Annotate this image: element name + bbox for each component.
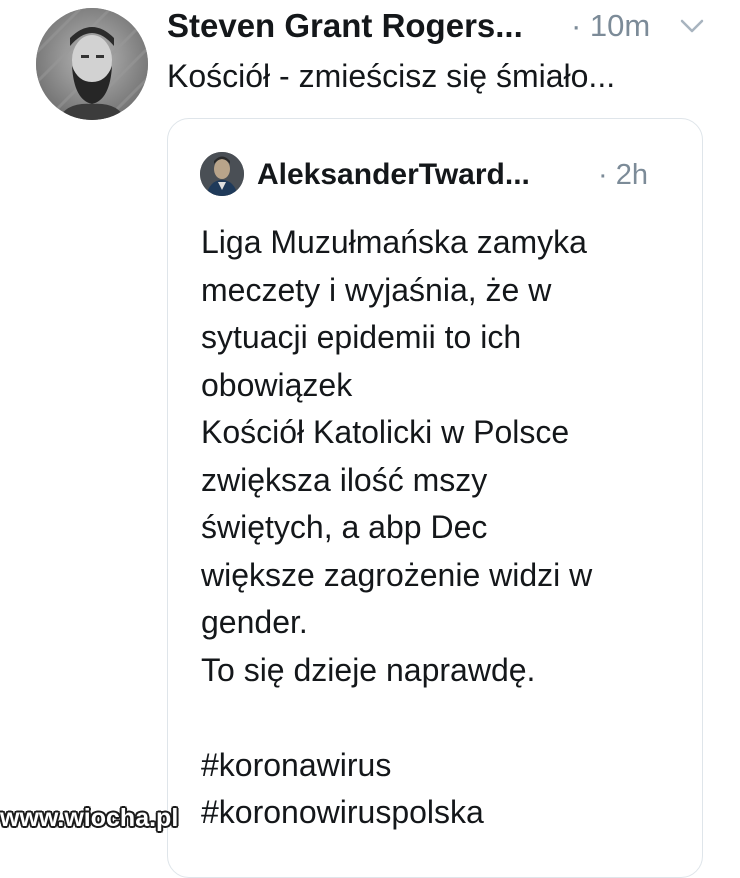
quoted-tweet-text: Liga Muzułmańska zamyka meczety i wyjaśn… [201, 219, 696, 837]
quoted-text-line: meczety i wyjaśnia, że w [201, 271, 552, 308]
tweet-timestamp[interactable]: · 10m [571, 6, 650, 46]
quoted-text-line: Kościół Katolicki w Polsce [201, 414, 570, 450]
quoted-text-line: sytuacji epidemii to ich [201, 319, 522, 355]
quoted-timestamp[interactable]: · 2h [598, 155, 648, 195]
quoted-text-line: Liga Muzułmańska zamyka [201, 224, 587, 260]
quoted-text-line: To się dzieje naprawdę. [201, 651, 536, 688]
chevron-down-icon[interactable] [677, 11, 707, 41]
bearded-man-avatar-icon [36, 8, 148, 120]
author-name[interactable]: Steven Grant Rogers... [167, 6, 523, 46]
quoted-text-line: zwiększa ilość mszy [201, 461, 488, 498]
site-watermark: www.wiocha.pl [0, 804, 179, 832]
author-avatar[interactable] [36, 8, 148, 120]
quoted-author-name[interactable]: AleksanderTward... [257, 155, 530, 195]
quoted-author-avatar[interactable] [200, 152, 244, 196]
tweet-text: Kościół - zmieścisz się śmiało... [167, 58, 616, 94]
reply-tweet[interactable]: Steven Grant Rogers... · 10m Kościół - z… [0, 0, 740, 878]
quoted-text-line: gender. [201, 604, 308, 640]
hashtag-link[interactable]: #koronawirus [201, 742, 696, 790]
quoted-text-line: świętych, a abp Dec [201, 509, 488, 545]
tweet-header: Steven Grant Rogers... · 10m [167, 6, 712, 46]
profile-avatar-icon [200, 152, 244, 196]
hashtag-link[interactable]: #koronowiruspolska [201, 789, 696, 837]
quoted-text-line: obowiązek [201, 366, 353, 403]
quoted-tweet-card[interactable]: AleksanderTward... · 2h Liga Muzułmańska… [167, 118, 703, 878]
quoted-text-line: większe zagrożenie widzi w [201, 556, 593, 593]
